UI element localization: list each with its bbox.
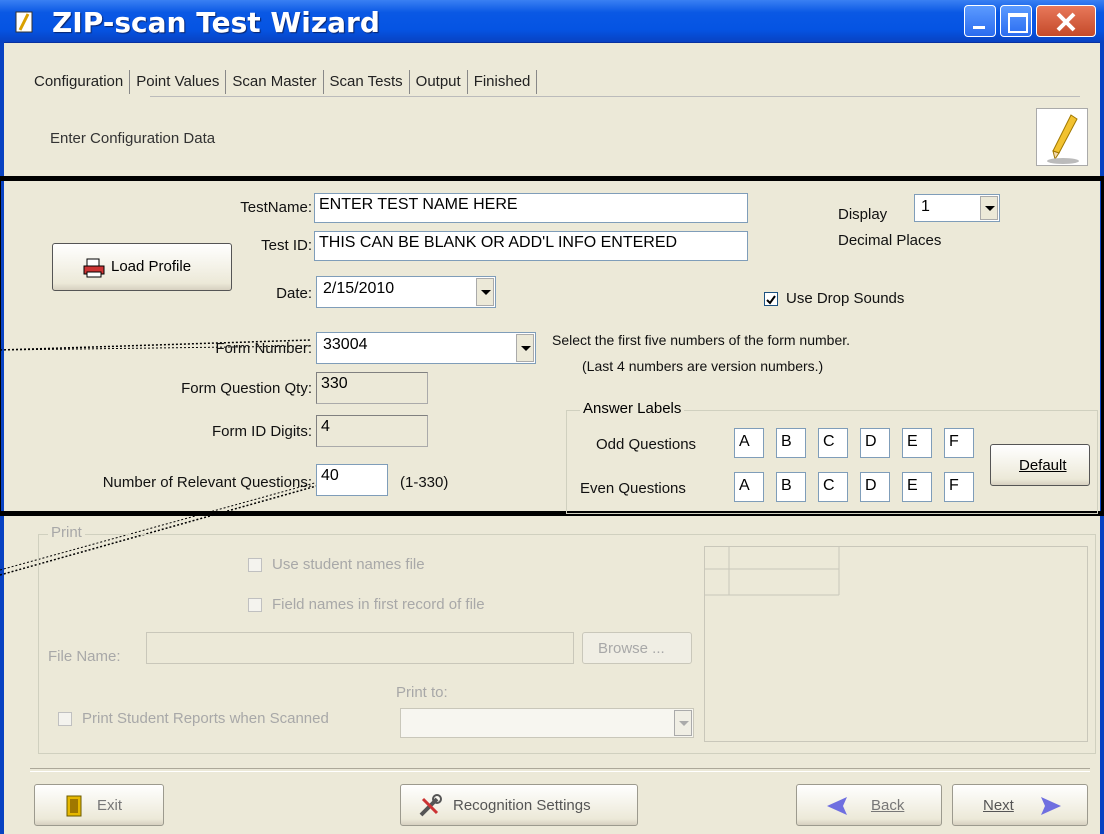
testid-input[interactable]: THIS CAN BE BLANK OR ADD'L INFO ENTERED — [314, 231, 748, 261]
form-number-select[interactable]: 33004 — [316, 332, 536, 364]
edit-button[interactable] — [1036, 108, 1088, 166]
page-subtitle: Enter Configuration Data — [50, 130, 216, 147]
display-value: 1 — [921, 198, 930, 215]
arrow-left-icon — [827, 797, 847, 815]
form-id-digits-field: 4 — [316, 415, 428, 447]
decimal-places-select[interactable]: 1 — [914, 194, 1000, 222]
relevant-questions-input[interactable]: 40 — [316, 464, 388, 496]
print-reports-checkbox[interactable] — [58, 712, 72, 726]
print-group-title: Print — [48, 524, 85, 541]
tools-icon — [419, 794, 442, 817]
minimize-button[interactable] — [964, 5, 996, 37]
chevron-down-icon[interactable] — [516, 334, 534, 362]
form-number-value: 33004 — [323, 336, 368, 353]
decimal-places-label: Decimal Places — [838, 232, 942, 249]
default-button[interactable]: Default — [990, 444, 1090, 486]
chevron-down-icon[interactable] — [476, 278, 494, 306]
use-names-checkbox[interactable] — [248, 558, 262, 572]
drop-sounds-checkbox[interactable] — [764, 292, 778, 306]
even-label-e[interactable]: E — [902, 472, 932, 502]
relevant-questions-range: (1-330) — [400, 474, 449, 491]
file-name-input[interactable] — [146, 632, 574, 664]
even-label-f[interactable]: F — [944, 472, 974, 502]
student-names-grid[interactable] — [704, 546, 1088, 742]
field-names-checkbox[interactable] — [248, 598, 262, 612]
back-button[interactable]: Back — [796, 784, 942, 826]
testname-input[interactable]: ENTER TEST NAME HERE — [314, 193, 748, 223]
exit-label: Exit — [97, 797, 123, 814]
load-profile-label: Load Profile — [111, 258, 192, 275]
door-icon — [66, 795, 82, 817]
tab-finished[interactable]: Finished — [468, 70, 538, 94]
odd-label-d[interactable]: D — [860, 428, 890, 458]
pencil-icon — [1047, 114, 1079, 164]
use-names-label: Use student names file — [272, 556, 425, 573]
title-bar: ZIP-scan Test Wizard — [0, 0, 1104, 43]
recognition-settings-button[interactable]: Recognition Settings — [400, 784, 638, 826]
app-icon — [15, 11, 33, 33]
chevron-down-icon[interactable] — [674, 710, 692, 736]
date-picker[interactable]: 2/15/2010 — [316, 276, 496, 308]
answer-labels-title: Answer Labels — [580, 400, 685, 417]
display-label: Display — [838, 206, 888, 223]
tab-output[interactable]: Output — [410, 70, 468, 94]
field-names-label: Field names in first record of file — [272, 596, 485, 613]
footer-divider — [30, 768, 1090, 772]
browse-button[interactable]: Browse ... — [582, 632, 692, 664]
odd-label-a[interactable]: A — [734, 428, 764, 458]
form-hint-2: (Last 4 numbers are version numbers.) — [582, 358, 824, 374]
odd-questions-label: Odd Questions — [596, 436, 697, 453]
exit-button[interactable]: Exit — [34, 784, 164, 826]
maximize-button[interactable] — [1000, 5, 1032, 37]
close-button[interactable] — [1036, 5, 1096, 37]
tab-scan-tests[interactable]: Scan Tests — [324, 70, 410, 94]
form-id-digits-label: Form ID Digits: — [211, 423, 312, 440]
printer-icon — [83, 258, 105, 278]
chevron-down-icon[interactable] — [980, 196, 998, 220]
recognition-settings-label: Recognition Settings — [453, 797, 591, 814]
tab-scan-master[interactable]: Scan Master — [226, 70, 324, 94]
form-question-qty-label: Form Question Qty: — [181, 380, 312, 397]
tab-configuration[interactable]: Configuration — [28, 70, 131, 94]
print-to-select[interactable] — [400, 708, 694, 738]
form-hint-1: Select the first five numbers of the for… — [552, 332, 851, 348]
odd-label-b[interactable]: B — [776, 428, 806, 458]
even-label-d[interactable]: D — [860, 472, 890, 502]
drop-sounds-label[interactable]: Use Drop Sounds — [786, 290, 904, 307]
date-value: 2/15/2010 — [323, 280, 395, 297]
form-question-qty-field: 330 — [316, 372, 428, 404]
tab-divider — [150, 96, 1080, 97]
window-title: ZIP-scan Test Wizard — [52, 6, 380, 39]
relevant-questions-label: Number of Relevant Questions: — [102, 474, 312, 491]
odd-label-f[interactable]: F — [944, 428, 974, 458]
date-label: Date: — [276, 285, 312, 302]
even-questions-label: Even Questions — [580, 480, 686, 497]
back-label: Back — [871, 797, 905, 814]
check-icon — [766, 295, 776, 305]
even-label-c[interactable]: C — [818, 472, 848, 502]
even-label-a[interactable]: A — [734, 472, 764, 502]
default-label: Default — [1019, 457, 1067, 474]
browse-label: Browse ... — [598, 640, 665, 657]
form-number-label: Form Number: — [215, 340, 312, 357]
wizard-tabs: Configuration Point Values Scan Master Scan… — [28, 70, 538, 94]
file-name-label: File Name: — [48, 648, 121, 665]
grid-lines — [705, 547, 840, 596]
next-button[interactable]: Next — [952, 784, 1088, 826]
print-reports-label: Print Student Reports when Scanned — [82, 710, 329, 727]
even-label-b[interactable]: B — [776, 472, 806, 502]
arrow-right-icon — [1041, 797, 1061, 815]
next-label: Next — [983, 797, 1014, 814]
print-to-label: Print to: — [396, 684, 448, 701]
odd-label-c[interactable]: C — [818, 428, 848, 458]
testname-label: TestName: — [240, 199, 312, 216]
tab-point-values[interactable]: Point Values — [130, 70, 227, 94]
load-profile-button[interactable]: Load Profile — [52, 243, 232, 291]
odd-label-e[interactable]: E — [902, 428, 932, 458]
testid-label: Test ID: — [261, 237, 312, 254]
close-icon — [1056, 12, 1076, 32]
